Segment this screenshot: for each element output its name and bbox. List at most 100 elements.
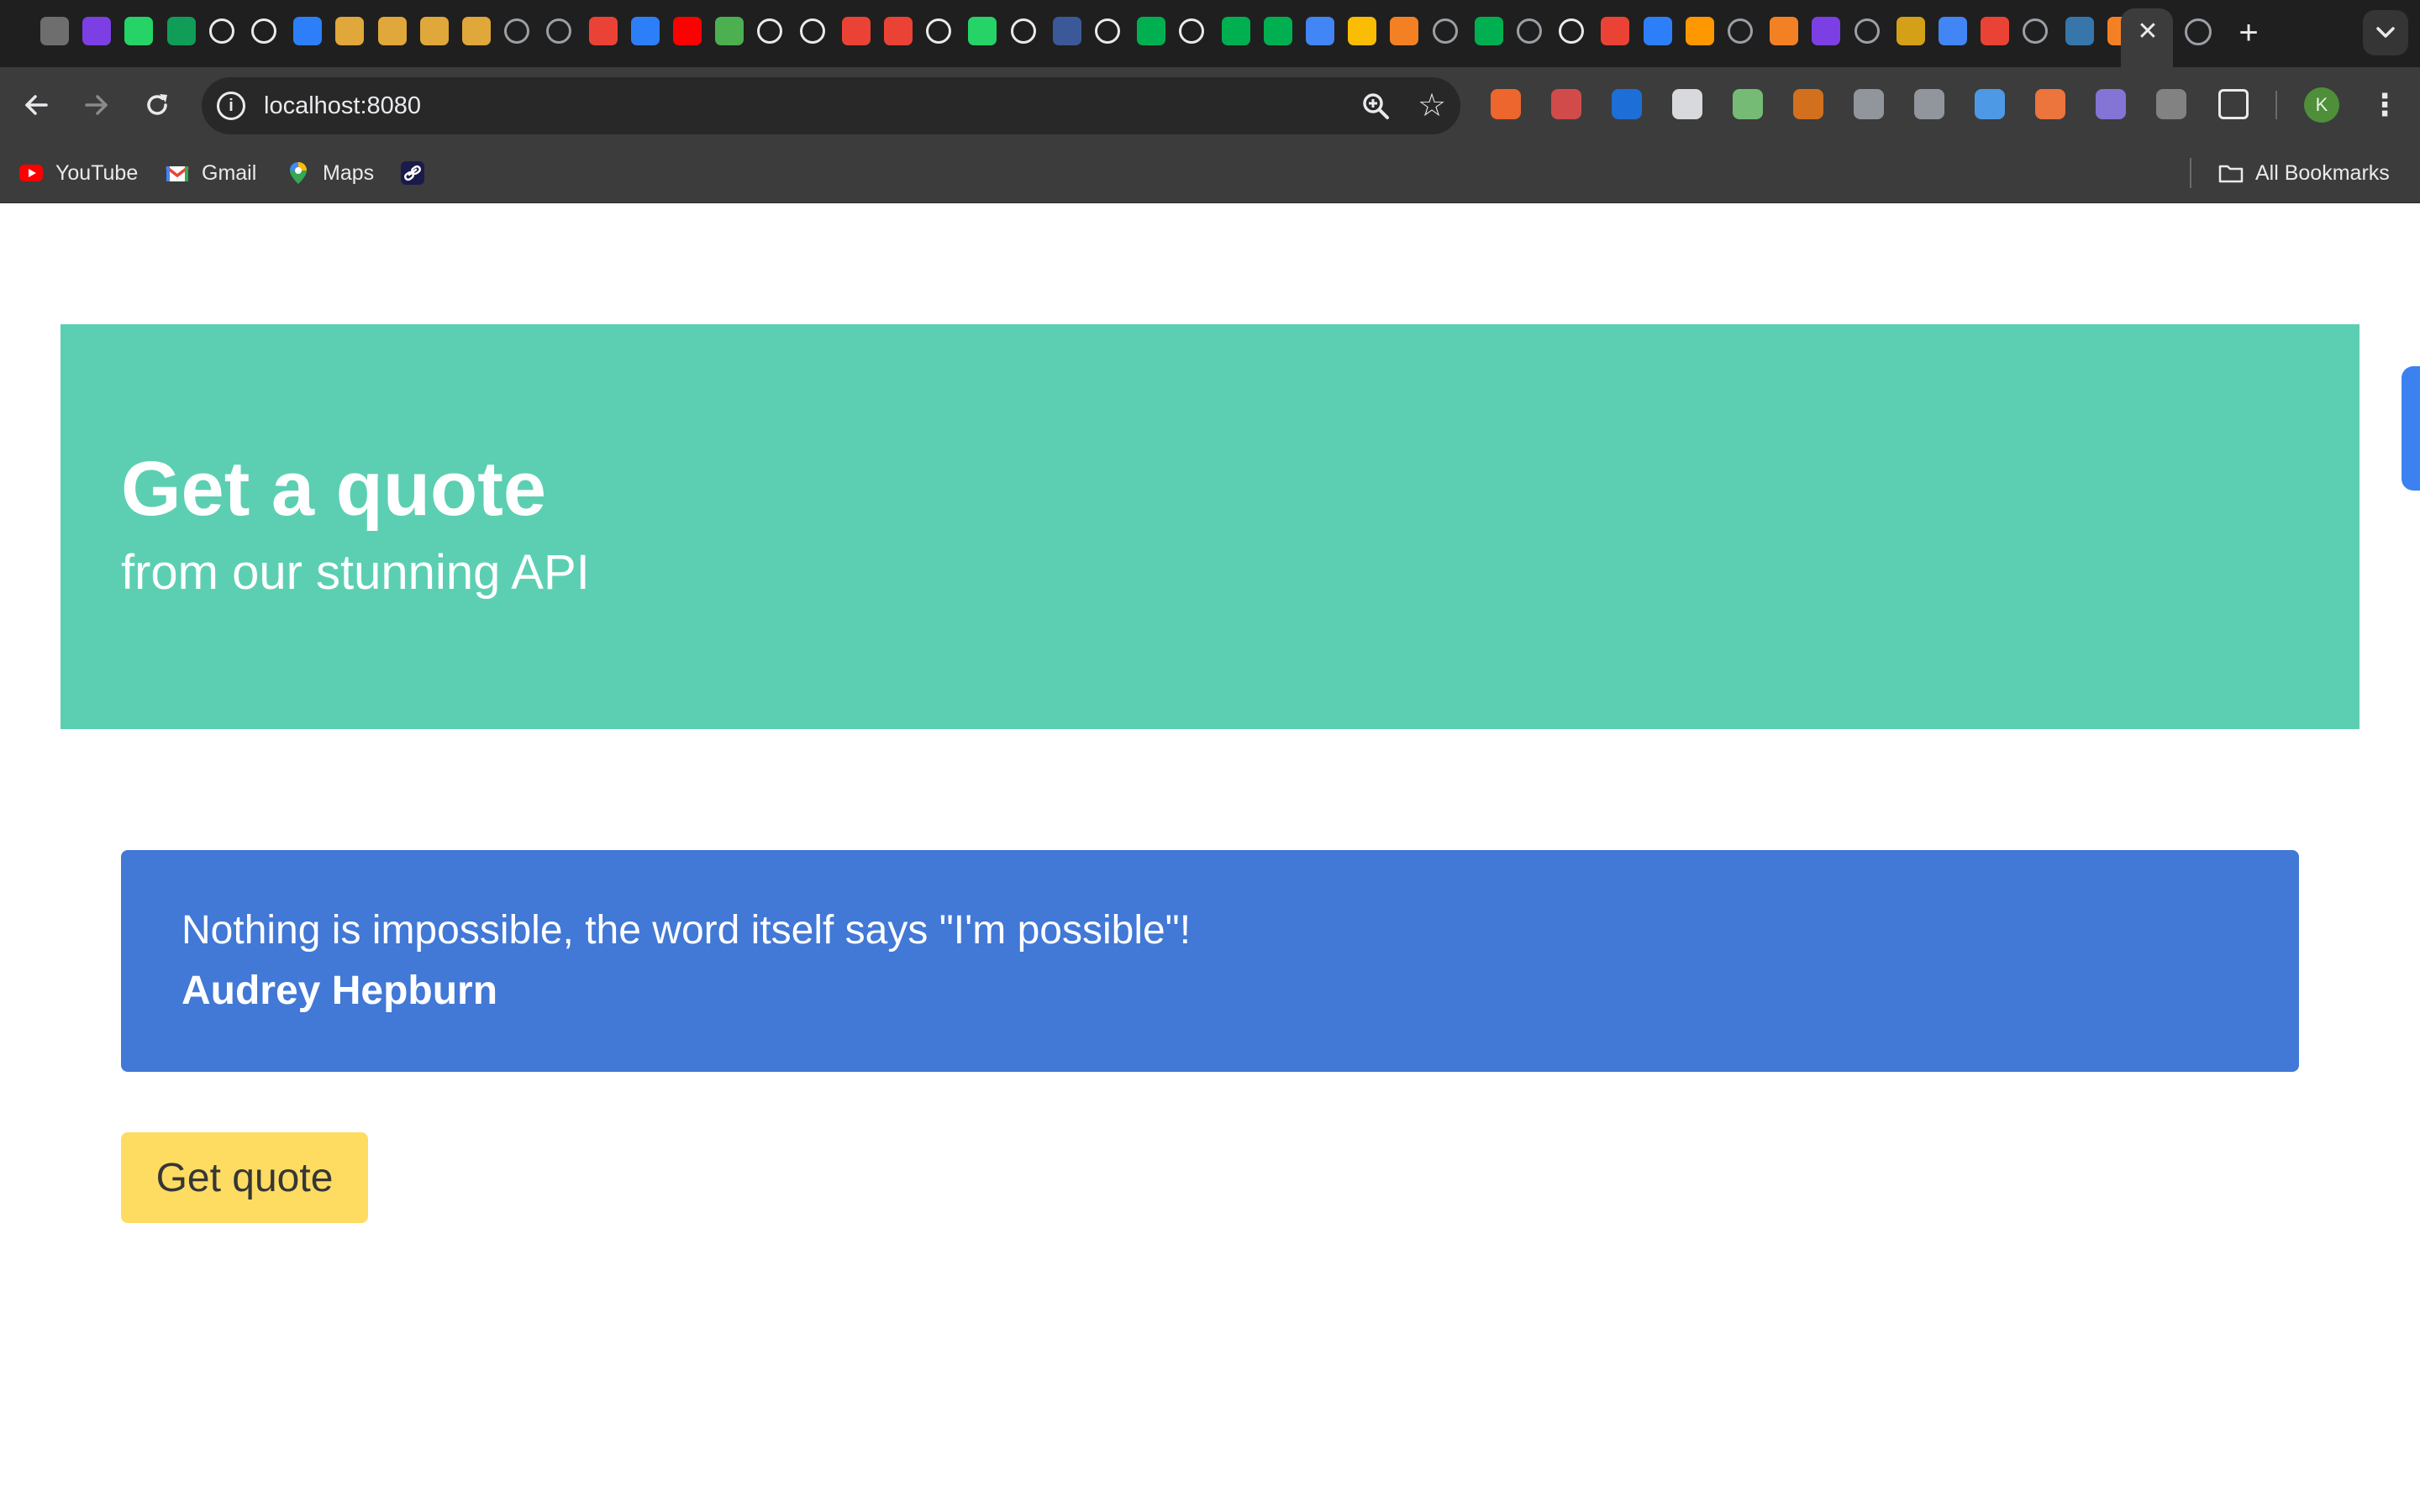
extension-icon[interactable]: [1551, 89, 1581, 119]
back-arrow-icon: [25, 95, 48, 115]
tab-favicon-icon[interactable]: [1644, 17, 1672, 45]
tab-search-button[interactable]: [2363, 10, 2408, 55]
tab-favicon-icon[interactable]: [1053, 17, 1081, 45]
url-text[interactable]: localhost:8080: [264, 77, 421, 134]
bookmark-label: Gmail: [202, 160, 257, 185]
address-bar[interactable]: i localhost:8080 ☆: [202, 77, 1460, 134]
zoom-icon[interactable]: [1361, 92, 1390, 120]
tab-favicon-icon[interactable]: [504, 18, 529, 44]
tab-favicon-icon[interactable]: [1433, 18, 1458, 44]
all-bookmarks-button[interactable]: All Bookmarks: [2218, 156, 2390, 190]
bookmark-label: Maps: [323, 160, 375, 185]
link-icon: [401, 161, 424, 185]
tab-favicon-icon[interactable]: [209, 18, 234, 44]
tab-favicon-icon[interactable]: [1222, 17, 1250, 45]
extension-icon[interactable]: [1612, 89, 1642, 119]
bookmarks-bar: YouTube Gmail Maps All Bookmarks: [0, 143, 2420, 203]
toolbar-separator: [2275, 91, 2277, 119]
tab-favicon-icon[interactable]: [1981, 17, 2009, 45]
tab-favicon-icon[interactable]: [1264, 17, 1292, 45]
browser-toolbar: i localhost:8080 ☆ K ⋮: [0, 67, 2420, 143]
bookmark-youtube[interactable]: YouTube: [18, 156, 138, 190]
tab-favicon-icon[interactable]: [968, 17, 997, 45]
tab-strip: ✕ +: [0, 0, 2420, 67]
extension-icon[interactable]: [1854, 89, 1884, 119]
globe-icon[interactable]: [2185, 18, 2212, 45]
bookmark-link[interactable]: [400, 156, 425, 190]
browser-chrome: ✕ + i localhost:8080 ☆ K ⋮ YouTube Gmail…: [0, 0, 2420, 203]
tab-favicon-icon[interactable]: [589, 17, 618, 45]
tab-favicon-icon[interactable]: [1179, 18, 1204, 44]
tab-favicon-icon[interactable]: [124, 17, 153, 45]
extensions-puzzle-icon[interactable]: [2218, 89, 2249, 119]
tab-favicon-icon[interactable]: [462, 17, 491, 45]
tab-favicon-icon[interactable]: [1559, 18, 1584, 44]
extension-icon[interactable]: [2035, 89, 2065, 119]
profile-avatar[interactable]: K: [2304, 87, 2339, 123]
bookmark-maps[interactable]: Maps: [286, 156, 374, 190]
extension-icon[interactable]: [1975, 89, 2005, 119]
extension-icon[interactable]: [1491, 89, 1521, 119]
magnifier-icon: [1363, 93, 1389, 119]
bookmark-gmail[interactable]: Gmail: [165, 156, 256, 190]
tab-favicon-icon[interactable]: [1854, 18, 1880, 44]
extension-icon[interactable]: [1733, 89, 1763, 119]
tab-favicon-icon[interactable]: [842, 17, 871, 45]
tab-favicon-icon[interactable]: [167, 17, 196, 45]
tab-favicon-icon[interactable]: [1390, 17, 1418, 45]
tab-favicon-icon[interactable]: [251, 18, 276, 44]
close-tab-icon[interactable]: ✕: [2133, 17, 2162, 45]
extension-icon[interactable]: [2096, 89, 2126, 119]
bookmark-star-icon[interactable]: ☆: [1415, 89, 1449, 123]
tab-favicon-icon[interactable]: [1728, 18, 1753, 44]
tab-favicon-icon[interactable]: [884, 17, 913, 45]
tab-favicon-icon[interactable]: [420, 17, 449, 45]
tab-favicon-icon[interactable]: [293, 17, 322, 45]
tab-favicon-icon[interactable]: [335, 17, 364, 45]
extension-icon[interactable]: [2156, 89, 2186, 119]
bookmarks-separator: [2190, 158, 2191, 188]
tab-favicon-icon[interactable]: [1601, 17, 1629, 45]
tab-favicon-icon[interactable]: [1686, 17, 1714, 45]
tab-favicon-icon[interactable]: [631, 17, 660, 45]
extension-icon[interactable]: [1793, 89, 1823, 119]
side-panel-handle[interactable]: [2402, 366, 2420, 491]
hero-banner: Get a quote from our stunning API: [60, 324, 2360, 729]
get-quote-button[interactable]: Get quote: [121, 1132, 368, 1223]
extension-icon[interactable]: [1914, 89, 1944, 119]
tab-favicon-icon[interactable]: [1812, 17, 1840, 45]
tab-favicon-icon[interactable]: [40, 17, 69, 45]
tab-favicon-icon[interactable]: [1348, 17, 1376, 45]
tab-favicon-icon[interactable]: [1897, 17, 1925, 45]
forward-arrow-icon: [85, 95, 108, 115]
tab-favicon-icon[interactable]: [673, 17, 702, 45]
tab-favicon-icon[interactable]: [715, 17, 744, 45]
back-button[interactable]: [17, 86, 55, 124]
tab-favicon-icon[interactable]: [1475, 17, 1503, 45]
extension-icon[interactable]: [1672, 89, 1702, 119]
new-tab-button[interactable]: +: [2232, 12, 2265, 54]
tab-favicon-icon[interactable]: [378, 17, 407, 45]
browser-menu-button[interactable]: ⋮: [2370, 86, 2400, 124]
reload-icon: [147, 94, 167, 115]
tab-favicon-icon[interactable]: [1011, 18, 1036, 44]
tab-favicon-icon[interactable]: [1517, 18, 1542, 44]
tab-favicon-icon[interactable]: [926, 18, 951, 44]
tab-favicon-icon[interactable]: [757, 18, 782, 44]
tab-favicon-icon[interactable]: [2023, 18, 2048, 44]
tab-favicon-icon[interactable]: [546, 18, 571, 44]
tab-favicon-icon[interactable]: [1770, 17, 1798, 45]
site-info-icon[interactable]: i: [217, 92, 245, 120]
tab-favicon-icon[interactable]: [82, 17, 111, 45]
hero-title: Get a quote: [121, 446, 547, 532]
tab-favicon-icon[interactable]: [1095, 18, 1120, 44]
tab-favicon-icon[interactable]: [1137, 17, 1165, 45]
tab-favicon-icon[interactable]: [800, 18, 825, 44]
reload-button[interactable]: [138, 86, 176, 124]
tab-favicon-icon[interactable]: [2065, 17, 2094, 45]
folder-icon: [2218, 165, 2244, 183]
forward-button[interactable]: [77, 86, 116, 124]
maps-icon: [290, 162, 307, 184]
tab-favicon-icon[interactable]: [1306, 17, 1334, 45]
tab-favicon-icon[interactable]: [1939, 17, 1967, 45]
